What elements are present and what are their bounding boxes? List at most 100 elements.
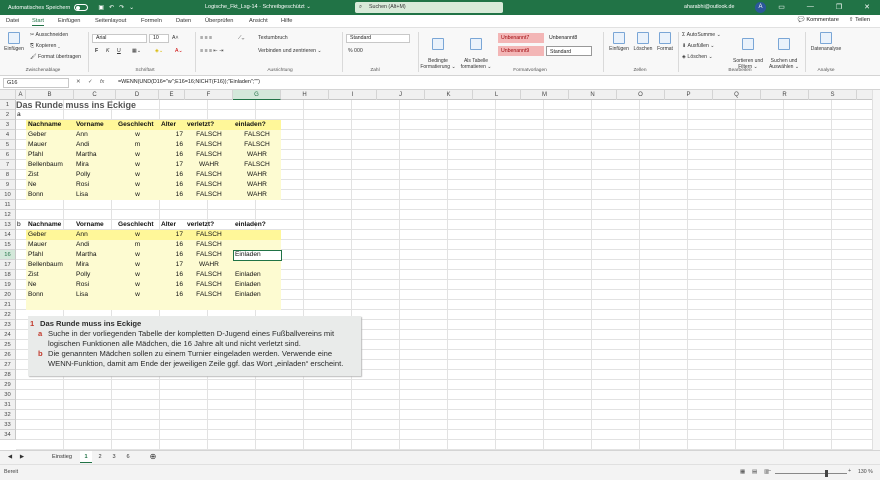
header-cell[interactable]: Vorname — [74, 220, 116, 230]
table-cell[interactable]: Ne — [26, 280, 74, 290]
table-cell[interactable]: w — [116, 170, 159, 180]
table-cell[interactable]: Einladen — [233, 280, 281, 290]
header-cell[interactable]: verletzt? — [185, 120, 233, 130]
row-header[interactable]: 33 — [0, 420, 16, 430]
row-header[interactable]: 3 — [0, 120, 16, 130]
enter-icon[interactable]: ✓ — [88, 79, 93, 85]
table-cell[interactable]: 16 — [159, 280, 185, 290]
table-cell[interactable]: w — [116, 190, 159, 200]
table-cell[interactable]: Mauer — [26, 240, 74, 250]
table-cell[interactable]: 17 — [159, 130, 185, 140]
sheet-tab-6[interactable]: 6 — [122, 451, 134, 463]
row-header[interactable]: 23 — [0, 320, 16, 330]
column-header[interactable]: L — [473, 90, 521, 100]
table-cell[interactable] — [233, 230, 281, 240]
column-header[interactable]: E — [159, 90, 185, 100]
header-cell[interactable]: einladen? — [233, 220, 281, 230]
row-header[interactable]: 27 — [0, 360, 16, 370]
formula-input[interactable]: =WENN(UND(D16="w";E16=16;NICHT(F16));"Ei… — [118, 79, 260, 85]
row-header[interactable]: 4 — [0, 130, 16, 140]
row-header[interactable]: 17 — [0, 260, 16, 270]
delete-cells-button[interactable]: Löschen — [632, 32, 654, 52]
row-header[interactable]: 20 — [0, 290, 16, 300]
clear-button[interactable]: ◈ Löschen ⌄ — [682, 54, 713, 60]
table-cell[interactable]: FALSCH — [185, 190, 233, 200]
table-cell[interactable]: WAHR — [233, 180, 281, 190]
table-cell[interactable]: FALSCH — [185, 140, 233, 150]
column-header[interactable]: B — [26, 90, 74, 100]
row-header[interactable]: 1 — [0, 100, 16, 110]
row-header[interactable]: 21 — [0, 300, 16, 310]
table-cell[interactable]: Andi — [74, 240, 116, 250]
column-header[interactable]: A — [16, 90, 26, 100]
row-header[interactable]: 22 — [0, 310, 16, 320]
table-cell[interactable]: Lisa — [74, 190, 116, 200]
row-header[interactable]: 15 — [0, 240, 16, 250]
conditional-format-button[interactable]: Bedingte Formatierung ⌄ — [420, 32, 456, 70]
zoom-out-button[interactable]: − — [768, 468, 771, 474]
column-header[interactable]: I — [329, 90, 377, 100]
paste-button[interactable]: Einfügen — [3, 32, 25, 52]
table-cell[interactable]: WAHR — [233, 150, 281, 160]
table-cell[interactable]: Bellenbaum — [26, 160, 74, 170]
table-cell[interactable]: 16 — [159, 140, 185, 150]
data-analysis-button[interactable]: Datenanalyse — [808, 32, 844, 52]
align-top-icon[interactable]: ≡ ≡ ≡ — [200, 35, 212, 41]
table-cell[interactable]: FALSCH — [233, 140, 281, 150]
table-cell[interactable]: m — [116, 140, 159, 150]
table-cell[interactable]: w — [116, 280, 159, 290]
wrap-text-button[interactable]: Textumbruch — [258, 35, 288, 41]
table-cell[interactable]: w — [116, 180, 159, 190]
table-cell[interactable]: Geber — [26, 130, 74, 140]
table-cell[interactable]: FALSCH — [185, 230, 233, 240]
sort-filter-button[interactable]: Sortieren und Filtern ⌄ — [730, 32, 766, 70]
sheet-tab-einstieg[interactable]: Einstieg — [45, 451, 79, 463]
tab-ueberpruefen[interactable]: Überprüfen — [205, 18, 233, 24]
font-size-select[interactable]: 10 — [149, 34, 169, 43]
normal-view-icon[interactable]: ▦ — [740, 469, 745, 475]
table-cell[interactable]: Ann — [74, 230, 116, 240]
table-cell[interactable]: 16 — [159, 150, 185, 160]
row-header[interactable]: 32 — [0, 410, 16, 420]
header-cell[interactable]: Alter — [159, 120, 185, 130]
insert-cells-button[interactable]: Einfügen — [608, 32, 630, 52]
bold-button[interactable]: F — [95, 48, 98, 54]
row-header[interactable]: 2 — [0, 110, 16, 120]
page-layout-icon[interactable]: ▤ — [752, 469, 757, 475]
row-header[interactable]: 25 — [0, 340, 16, 350]
column-header[interactable]: D — [116, 90, 159, 100]
cancel-icon[interactable]: ✕ — [76, 79, 81, 85]
save-icon[interactable]: ▣ — [98, 4, 104, 11]
table-cell[interactable]: FALSCH — [185, 270, 233, 280]
column-header[interactable]: S — [809, 90, 857, 100]
table-cell[interactable]: Mira — [74, 260, 116, 270]
sheet-tab-1[interactable]: 1 — [80, 451, 92, 463]
table-cell[interactable]: 16 — [159, 240, 185, 250]
table-cell[interactable]: Geber — [26, 230, 74, 240]
fill-color-icon[interactable]: ◈⌄ — [155, 48, 163, 54]
cell-area[interactable]: Das Runde muss ins Eckige a b Nachname Vo… — [16, 100, 880, 450]
table-cell[interactable]: 17 — [159, 260, 185, 270]
vertical-scrollbar[interactable] — [872, 90, 880, 452]
fill-button[interactable]: ⬇ Ausfüllen ⌄ — [682, 43, 715, 49]
column-header[interactable]: R — [761, 90, 809, 100]
table-cell[interactable]: Martha — [74, 150, 116, 160]
tab-daten[interactable]: Daten — [176, 18, 191, 24]
table-cell[interactable]: 16 — [159, 170, 185, 180]
row-header[interactable]: 13 — [0, 220, 16, 230]
row-header[interactable]: 5 — [0, 140, 16, 150]
table-cell[interactable]: WAHR — [233, 190, 281, 200]
tab-formeln[interactable]: Formeln — [141, 18, 162, 24]
column-header[interactable]: G — [233, 90, 281, 100]
style-standard[interactable]: Standard — [546, 46, 592, 56]
header-cell[interactable]: Alter — [159, 220, 185, 230]
comments-button[interactable]: 💬 Kommentare — [798, 17, 839, 23]
table-cell[interactable]: Mira — [74, 160, 116, 170]
row-header[interactable]: 8 — [0, 170, 16, 180]
table-cell[interactable]: FALSCH — [185, 150, 233, 160]
table-cell[interactable]: Zist — [26, 270, 74, 280]
column-header[interactable]: C — [74, 90, 116, 100]
row-header[interactable]: 18 — [0, 270, 16, 280]
table-cell[interactable]: w — [116, 230, 159, 240]
row-header[interactable]: 26 — [0, 350, 16, 360]
